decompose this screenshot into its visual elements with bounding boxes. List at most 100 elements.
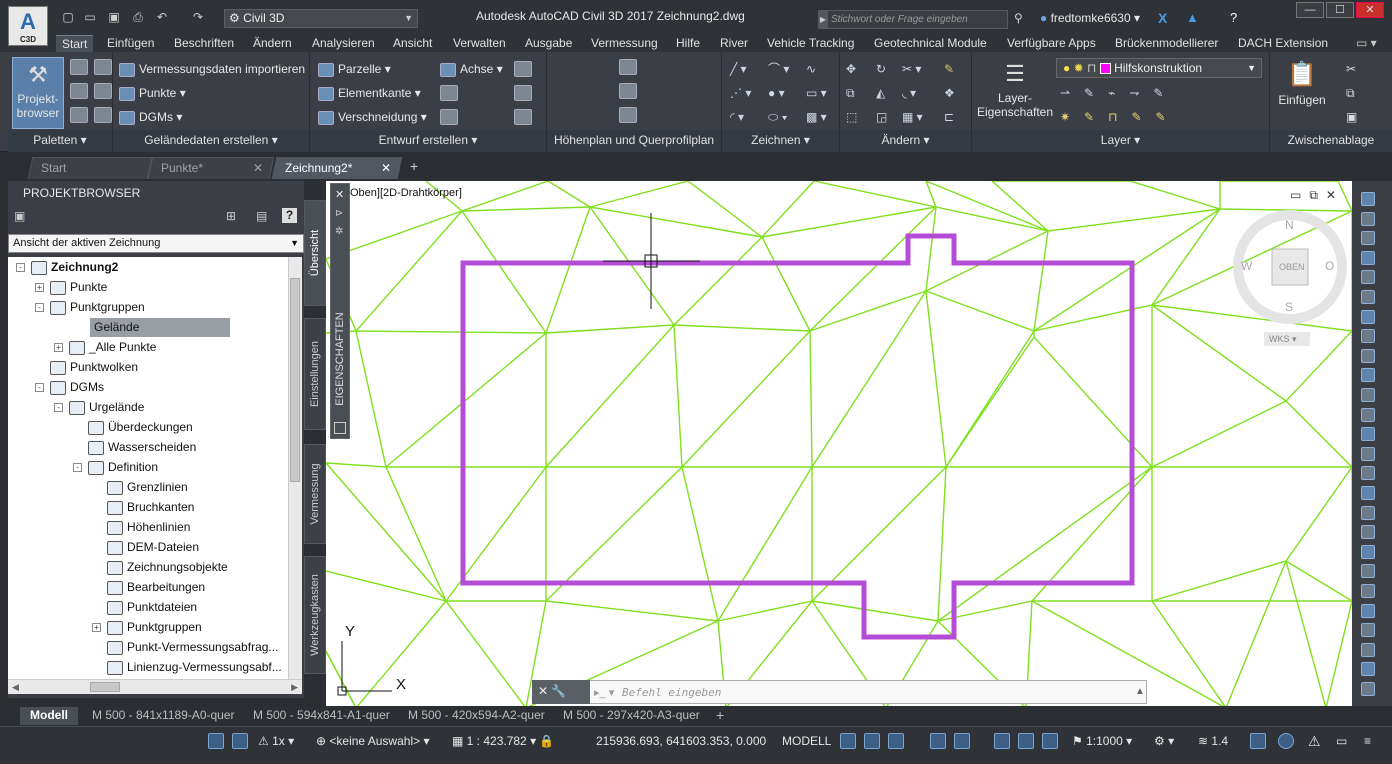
measure-tool-icon[interactable] [1361,642,1375,657]
text-icon[interactable] [1361,368,1375,383]
maximize-button[interactable]: ☐ [1326,2,1354,18]
layout-tab-a2[interactable]: M 500 - 420x594-A2-quer [408,707,545,725]
help-icon[interactable]: ? [1230,10,1237,25]
array-icon[interactable]: ▦ ▾ [902,109,923,125]
explode-icon[interactable]: ❖ [944,85,955,101]
tab-einfuegen[interactable]: Einfügen [107,35,154,52]
redo-icon[interactable]: ↷ [190,10,206,24]
close-button[interactable]: ✕ [1356,2,1384,18]
tab-hilfe[interactable]: Hilfe [676,35,700,52]
tree-item[interactable]: - Punktgruppen [35,298,145,317]
browser-tree-icon[interactable]: ⊞ [226,209,236,223]
line-icon[interactable]: ╱ ▾ [730,61,747,77]
import-survey-button[interactable]: Vermessungsdaten importieren [119,61,305,77]
add-layout-plus-icon[interactable]: + [716,707,724,725]
move-icon[interactable]: ✥ [846,61,856,77]
dimension-tool-icon[interactable] [1361,623,1375,638]
trim-icon[interactable]: ✂ ▾ [902,61,921,77]
panel-entwurf-title[interactable]: Entwurf erstellen ▾ [310,130,546,152]
profile-icon[interactable] [619,59,637,75]
tab-ausgabe[interactable]: Ausgabe [525,35,572,52]
customize-menu-icon[interactable]: ≡ [1364,733,1371,749]
notification-warning-icon[interactable]: ⚠ [1308,733,1321,749]
infer-constraints-icon[interactable] [888,733,904,749]
tree-item[interactable]: - DGMs [35,378,104,397]
clean-screen-icon[interactable]: ▭ [1336,733,1347,749]
viewcube-north[interactable]: N [1285,218,1294,232]
viewcube-east[interactable]: O [1325,259,1334,273]
iso-draft-icon[interactable] [930,733,946,749]
copy-clip-icon[interactable]: ⧉ [1346,85,1355,101]
close-icon[interactable]: ✕ [253,158,263,178]
close-icon[interactable]: ✕ [538,684,548,698]
achse-button[interactable]: Achse ▾ [440,61,503,77]
selection-filter[interactable]: ⊕ <keine Auswahl> ▾ [316,733,429,749]
panel-layer-title[interactable]: Layer ▾ [972,130,1269,152]
tree-item[interactable]: Bruchkanten [92,498,194,517]
gear-icon[interactable]: ✲ [335,226,343,237]
parcel-tool-icon[interactable] [1361,603,1375,618]
zoom-tool-icon[interactable] [1361,662,1375,677]
tab-vermessung[interactable]: Vermessung [591,35,658,52]
collapse-icon[interactable]: - [35,383,44,393]
tree-item[interactable]: - Zeichnung2 [16,258,118,277]
open-file-icon[interactable]: ▭ [82,10,98,24]
tab-verfuegbare-apps[interactable]: Verfügbare Apps [1007,35,1096,52]
scale-control[interactable]: ▦ 1 : 423.782 ▾ 🔒 [452,733,554,749]
layout-tab-a0[interactable]: M 500 - 841x1189-A0-quer [92,707,235,725]
help-icon[interactable]: ? [282,208,297,223]
mirror-icon[interactable]: ◭ [876,85,885,101]
properties-palette[interactable]: ✕ ⊳ ✲ EIGENSCHAFTEN [330,183,350,439]
plus-icon[interactable] [1361,466,1375,481]
print-icon[interactable]: ⎙ [130,10,146,24]
binoculars-icon[interactable]: ⚲ [1014,11,1023,25]
section-tool-icon[interactable] [1361,446,1375,461]
minimize-button[interactable]: — [1296,2,1324,18]
dgms-button[interactable]: DGMs ▾ [119,109,182,125]
close-icon[interactable]: ✕ [335,188,344,201]
side-tab-werkzeugkasten[interactable]: Werkzeugkasten [304,556,326,674]
tree-item[interactable]: Grenzlinien [92,478,188,497]
tree-item[interactable]: - Urgelände [54,398,144,417]
transparency-icon[interactable] [1018,733,1034,749]
doc-tab-zeichnung2[interactable]: Zeichnung2* ✕ [271,157,403,179]
layer-tools-row-1[interactable]: ⇀✎⌁⇁✎ [1060,85,1177,101]
search-expand-icon[interactable]: ▶ [818,10,828,29]
model-space-toggle[interactable]: MODELL [782,733,831,749]
tree-item[interactable]: Gelände [90,318,230,337]
rotate-icon[interactable]: ↻ [876,61,886,77]
tab-dach-extension[interactable]: DACH Extension [1238,35,1328,52]
side-tab-einstellungen[interactable]: Einstellungen [304,318,326,430]
palette-icon-4[interactable] [94,83,112,99]
rectangle-icon[interactable]: ▭ ▾ [806,85,827,101]
projektbrowser-button[interactable]: ⚒ Projekt-browser [12,57,64,129]
tree-item[interactable]: Punktwolken [35,358,138,377]
close-icon[interactable]: ✕ [381,158,391,178]
collapse-icon[interactable]: - [35,303,44,313]
fillet-icon[interactable]: ◟ ▾ [902,85,916,101]
layout-tab-a3[interactable]: M 500 - 297x420-A3-quer [563,707,700,725]
palette-icon-1[interactable] [70,59,88,75]
application-menu-button[interactable]: A C3D [8,6,48,46]
expand-icon[interactable]: + [35,283,44,293]
workspace-select[interactable]: ⚙ Civil 3D ▼ [224,9,418,28]
paste-button[interactable]: 📋 Einfügen [1274,57,1330,127]
viewport-controls[interactable]: ▭⧉✕ [1290,188,1344,203]
palette-icon-3[interactable] [70,83,88,99]
ellipse-icon[interactable]: ⬭ ▾ [768,109,787,125]
tree-item[interactable]: + _Alle Punkte [54,338,156,357]
doc-tab-start[interactable]: Start [27,157,153,179]
pipe-tool-icon[interactable] [1361,505,1375,520]
polar-icon[interactable] [232,733,248,749]
construction-line-icon[interactable]: ⋰ ▾ [730,85,751,101]
palette-icon-2[interactable] [94,59,112,75]
panel-paletten-title[interactable]: Paletten ▾ [8,130,112,152]
expand-icon[interactable]: + [92,623,101,633]
label-icon[interactable] [1361,388,1375,402]
erase-icon[interactable]: ✎ [944,61,954,77]
globe-icon[interactable] [1361,309,1375,324]
hatch-icon[interactable]: ▩ ▾ [806,109,827,125]
wrench-icon[interactable]: 🔧 [551,684,566,698]
tree-item[interactable]: Höhenlinien [92,518,190,537]
sample-lines-icon[interactable] [619,83,637,99]
